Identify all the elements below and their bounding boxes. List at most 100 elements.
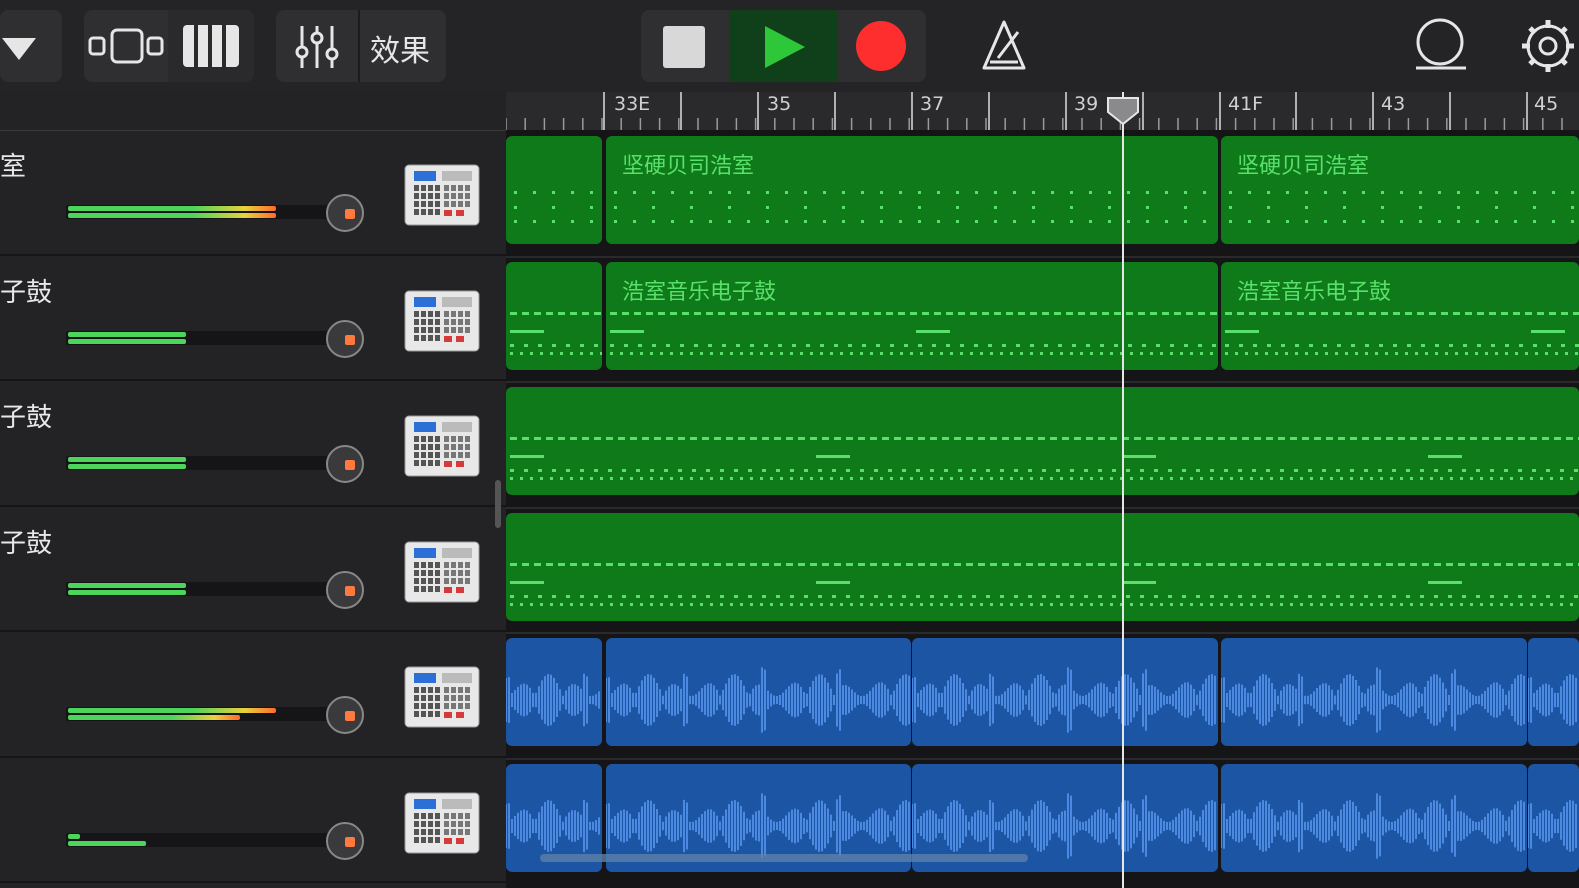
stop-icon	[663, 26, 705, 68]
track-header[interactable]: 子鼓	[0, 507, 506, 632]
track-header[interactable]: 室	[0, 130, 506, 256]
level-meter-right	[68, 715, 240, 720]
track-header[interactable]	[0, 758, 506, 883]
level-meter-right	[68, 213, 276, 218]
ruler-marker-label: 41F	[1228, 93, 1263, 115]
track-header[interactable]	[0, 632, 506, 758]
record-button[interactable]	[837, 10, 926, 82]
region-content	[1528, 674, 1577, 726]
lane-divider	[506, 381, 1579, 383]
region[interactable]	[1221, 638, 1527, 746]
region[interactable]: 坚硬贝司浩室	[1221, 136, 1579, 244]
ruler-marker-label: 37	[920, 93, 944, 115]
volume-slider[interactable]	[66, 202, 346, 222]
volume-slider[interactable]	[66, 328, 346, 348]
volume-knob[interactable]	[326, 319, 364, 358]
region-content	[1221, 667, 1525, 733]
drum-machine-icon	[404, 666, 480, 728]
volume-knob[interactable]	[326, 194, 364, 232]
ruler-marker-label: 39	[1074, 93, 1098, 115]
playhead-handle-icon[interactable]	[1106, 96, 1140, 126]
region-content	[1221, 792, 1525, 859]
region-content	[510, 311, 602, 355]
track-header[interactable]: 子鼓	[0, 256, 506, 381]
drum-machine-icon	[404, 792, 480, 853]
region[interactable]	[506, 136, 602, 244]
ruler-ticks: 33E 35 37 39 41F 43 45	[506, 92, 1563, 130]
lane-divider	[506, 506, 1579, 509]
stop-button[interactable]	[641, 10, 729, 82]
play-button[interactable]	[729, 10, 837, 82]
loop-browser-button[interactable]	[1410, 16, 1470, 74]
level-meter-left	[68, 331, 186, 337]
volume-knob[interactable]	[326, 821, 364, 860]
drum-machine-icon	[404, 415, 480, 477]
track-header-top	[0, 92, 506, 131]
playhead[interactable]	[1107, 92, 1139, 888]
volume-slider[interactable]	[66, 830, 346, 850]
level-meter-left	[68, 833, 80, 839]
settings-button[interactable]	[1520, 18, 1579, 76]
effects-button[interactable]: 效果	[360, 10, 446, 82]
region[interactable]	[1528, 638, 1579, 746]
drum-machine-icon	[404, 164, 480, 226]
dropdown-button[interactable]	[0, 10, 62, 82]
region[interactable]: 浩室音乐电子鼓	[1221, 261, 1579, 370]
level-meter-left	[68, 206, 276, 211]
region-content	[610, 311, 1217, 355]
level-meter-right	[68, 840, 146, 846]
metronome-icon	[982, 20, 1026, 70]
tracks-area[interactable]: 坚硬贝司浩室 坚硬贝司浩室 浩室音乐电子鼓 浩室音乐电子鼓	[506, 130, 1579, 888]
track-header[interactable]: 子鼓	[0, 381, 506, 507]
region-content	[1528, 799, 1577, 852]
metronome-button[interactable]	[978, 18, 1030, 74]
region[interactable]	[1221, 763, 1527, 872]
region[interactable]: 坚硬贝司浩室	[606, 136, 1218, 244]
region[interactable]	[506, 387, 1579, 495]
horizontal-scrollbar[interactable]	[540, 854, 1028, 862]
ruler-marker-label: 33E	[614, 93, 650, 115]
region[interactable]	[912, 638, 1218, 746]
track-name: 室	[0, 152, 27, 182]
region[interactable]	[506, 512, 1579, 621]
lane-divider	[506, 255, 1579, 258]
track-divider	[0, 881, 506, 883]
region-content	[912, 667, 1216, 733]
region-content	[506, 673, 600, 727]
track-name: 子鼓	[0, 528, 53, 559]
volume-knob[interactable]	[326, 445, 364, 483]
toolbar: 效果	[0, 0, 1579, 92]
region[interactable]	[506, 638, 602, 746]
track-list-scrollbar[interactable]	[495, 480, 501, 528]
effects-label: 效果	[370, 34, 430, 69]
tracks-view-button[interactable]	[84, 10, 168, 82]
volume-knob[interactable]	[326, 696, 364, 734]
drum-machine-icon	[404, 290, 480, 351]
record-icon	[856, 21, 906, 71]
play-icon	[765, 26, 805, 68]
level-meter-right	[68, 589, 186, 595]
region-content	[510, 562, 1579, 606]
ruler-marker-label: 43	[1381, 93, 1405, 115]
region-content	[1225, 311, 1579, 355]
region-content	[614, 191, 1206, 223]
ruler-marker-label: 35	[767, 93, 791, 115]
mixer-effects-group: 效果	[276, 10, 446, 82]
dropdown-icon	[2, 38, 36, 60]
region[interactable]	[606, 638, 911, 746]
keyboard-button[interactable]	[168, 10, 254, 82]
volume-slider[interactable]	[66, 579, 346, 599]
level-meter-left	[68, 582, 186, 588]
level-meter-right	[68, 338, 186, 344]
volume-slider[interactable]	[66, 704, 346, 724]
level-meter-left	[68, 457, 186, 462]
view-switch-group	[84, 10, 254, 82]
region[interactable]	[506, 261, 602, 370]
volume-knob[interactable]	[326, 570, 364, 609]
timeline-ruler[interactable]: 33E 35 37 39 41F 43 45	[506, 92, 1579, 130]
volume-slider[interactable]	[66, 453, 346, 473]
region[interactable]	[1528, 763, 1579, 872]
region[interactable]: 浩室音乐电子鼓	[606, 261, 1218, 370]
keyboard-icon	[183, 25, 239, 67]
mixer-button[interactable]	[276, 10, 358, 82]
